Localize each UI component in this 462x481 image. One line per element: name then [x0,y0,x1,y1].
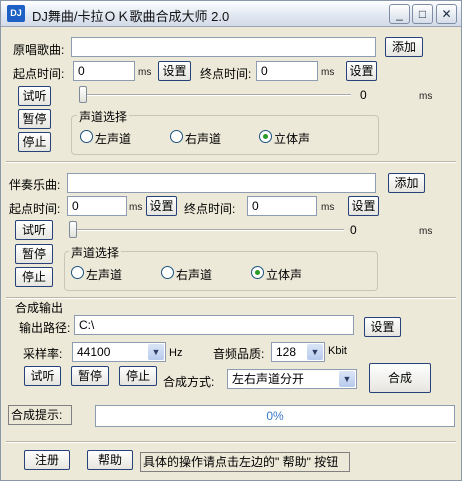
sample-rate-value: 44100 [77,345,111,359]
original-slider-value: 0 [360,88,367,102]
original-radio-stereo-label[interactable]: 立体声 [274,130,310,147]
output-pause-button[interactable]: 暂停 [71,366,109,386]
sample-rate-label: 采样率: [23,347,63,361]
combine-button[interactable]: 合成 [369,363,431,393]
original-slider-thumb[interactable] [79,86,87,103]
output-stop-button[interactable]: 停止 [119,366,157,386]
audio-quality-select[interactable]: 128 ▼ [271,342,325,362]
app-window: DJ DJ舞曲/卡拉ＯＫ歌曲合成大师 2.0 _ □ ✕ 原唱歌曲: 添加 起点… [0,0,462,481]
output-listen-button[interactable]: 试听 [24,366,61,386]
mode-label: 合成方式: [163,375,215,389]
accompaniment-song-label: 伴奏乐曲: [9,178,61,192]
original-slider-unit: ms [419,91,433,102]
accompaniment-stop-button[interactable]: 停止 [15,267,53,287]
mode-value: 左右声道分开 [232,372,305,386]
section-divider-2 [6,297,456,299]
accompaniment-song-field[interactable] [67,173,376,193]
original-listen-button[interactable]: 试听 [18,86,51,106]
accompaniment-slider-thumb[interactable] [69,221,77,238]
accompaniment-end-unit: ms [321,202,335,213]
accompaniment-slider-value: 0 [350,223,357,237]
accompaniment-slider-unit: ms [419,226,433,237]
original-pause-button[interactable]: 暂停 [18,109,51,129]
help-button[interactable]: 帮助 [87,450,133,470]
accompaniment-slider-track[interactable] [69,229,344,231]
accompaniment-end-label: 终点时间: [184,202,236,216]
register-button[interactable]: 注册 [24,450,70,470]
original-song-field[interactable] [71,37,376,57]
chevron-down-icon[interactable]: ▼ [339,371,355,387]
original-radio-right-label[interactable]: 右声道 [185,130,221,147]
accompaniment-radio-left-label[interactable]: 左声道 [86,266,122,283]
accompaniment-add-button[interactable]: 添加 [388,173,425,193]
accompaniment-radio-right-label[interactable]: 右声道 [176,266,212,283]
original-song-label: 原唱歌曲: [13,43,65,57]
original-radio-left[interactable] [80,130,93,143]
accompaniment-start-set-button[interactable]: 设置 [146,196,177,216]
accompaniment-listen-button[interactable]: 试听 [15,220,53,240]
progress-label: 合成提示: [8,405,72,425]
original-stop-button[interactable]: 停止 [18,132,51,152]
window-title: DJ舞曲/卡拉ＯＫ歌曲合成大师 2.0 [32,9,230,24]
sample-rate-unit: Hz [169,347,183,359]
output-path-field[interactable]: C:\ [74,315,354,335]
original-radio-stereo[interactable] [259,130,272,143]
output-group-title: 合成输出 [13,299,66,316]
original-radio-right[interactable] [170,130,183,143]
output-path-set-button[interactable]: 设置 [364,317,401,337]
section-divider-1 [6,161,456,163]
accompaniment-pause-button[interactable]: 暂停 [15,244,53,264]
original-slider-track[interactable] [79,94,351,96]
title-bar[interactable]: DJ DJ舞曲/卡拉ＯＫ歌曲合成大师 2.0 _ □ ✕ [1,1,461,27]
accompaniment-radio-right[interactable] [161,266,174,279]
original-start-set-button[interactable]: 设置 [158,61,191,81]
accompaniment-start-label: 起点时间: [9,202,61,216]
original-add-button[interactable]: 添加 [385,37,423,57]
accompaniment-start-field[interactable]: 0 [67,196,127,216]
accompaniment-end-set-button[interactable]: 设置 [348,196,379,216]
sample-rate-select[interactable]: 44100 ▼ [72,342,166,362]
chevron-down-icon[interactable]: ▼ [307,344,323,360]
accompaniment-radio-stereo[interactable] [251,266,264,279]
original-start-field[interactable]: 0 [73,61,135,81]
minimize-button[interactable]: _ [389,4,410,24]
original-radio-left-label[interactable]: 左声道 [95,130,131,147]
output-path-label: 输出路径: [19,321,71,335]
original-end-unit: ms [321,67,335,78]
maximize-button[interactable]: □ [412,4,433,24]
accompaniment-radio-stereo-label[interactable]: 立体声 [266,266,302,283]
accompaniment-channel-title: 声道选择 [69,244,122,261]
help-hint: 具体的操作请点击左边的" 帮助" 按钮 [140,452,350,472]
mode-select[interactable]: 左右声道分开 ▼ [227,369,357,389]
app-logo-icon: DJ [7,5,25,22]
accompaniment-radio-left[interactable] [71,266,84,279]
chevron-down-icon[interactable]: ▼ [148,344,164,360]
original-end-label: 终点时间: [200,67,252,81]
original-start-unit: ms [138,67,152,78]
progress-bar: 0% [95,405,455,427]
audio-quality-value: 128 [276,345,297,359]
close-button[interactable]: ✕ [436,4,457,24]
audio-quality-label: 音频品质: [213,347,265,361]
original-end-field[interactable]: 0 [256,61,318,81]
original-start-label: 起点时间: [13,67,65,81]
audio-quality-unit: Kbit [328,345,347,357]
accompaniment-end-field[interactable]: 0 [247,196,317,216]
original-end-set-button[interactable]: 设置 [346,61,377,81]
accompaniment-start-unit: ms [129,202,143,213]
original-channel-title: 声道选择 [77,108,130,125]
section-divider-3 [6,441,456,443]
